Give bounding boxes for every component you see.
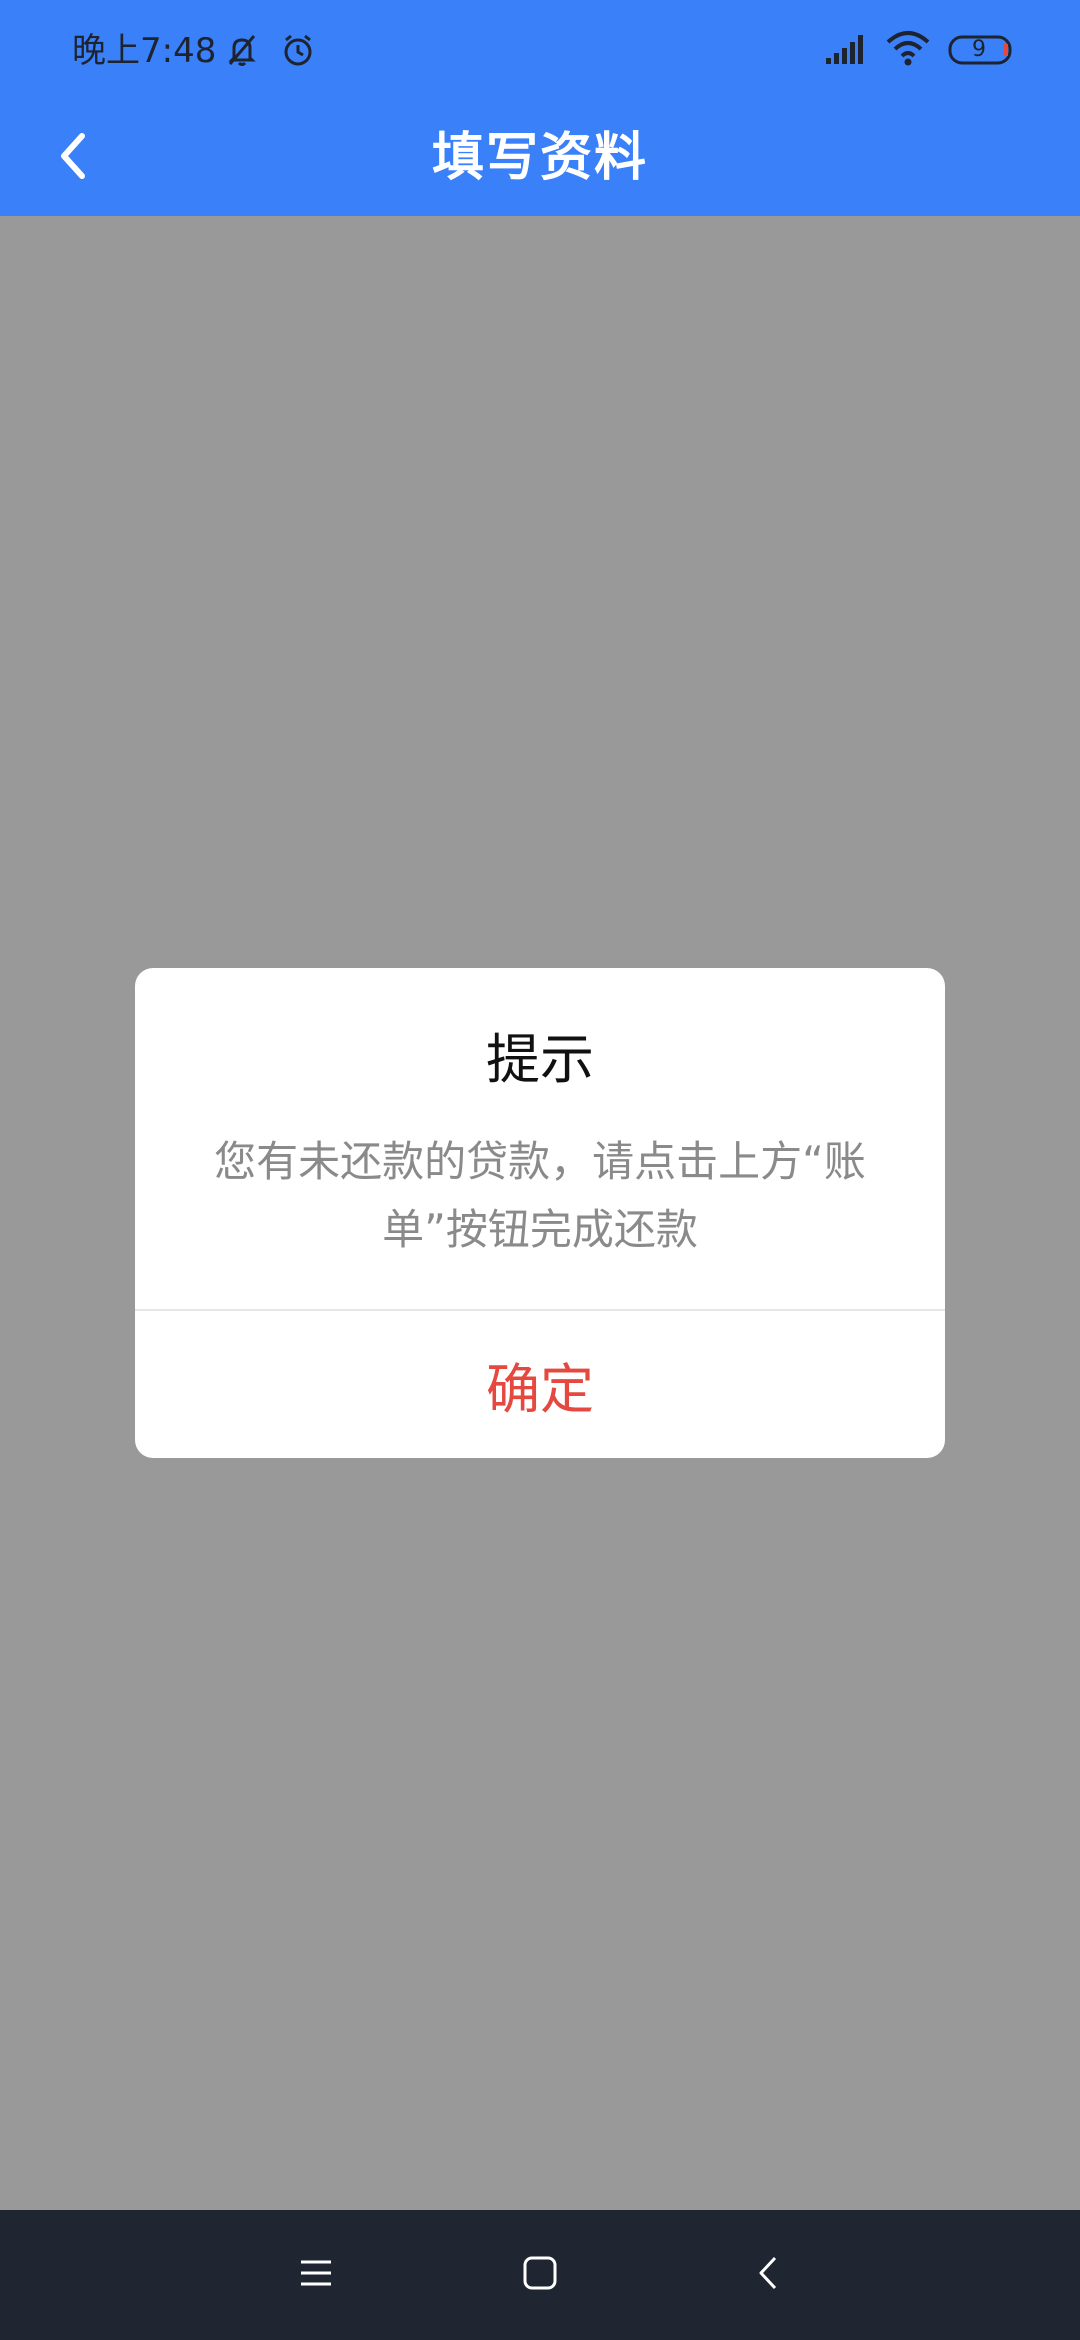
page-title: 填写资料	[431, 128, 648, 188]
home-icon	[522, 2255, 558, 2295]
alarm-clock-icon	[278, 30, 318, 74]
home-button[interactable]	[500, 2235, 580, 2315]
battery-level: 9	[972, 37, 986, 62]
status-icons-left	[222, 30, 318, 74]
dialog-title: 提示	[486, 1028, 594, 1091]
battery-icon: 9	[948, 34, 1016, 66]
confirm-button[interactable]: 确定	[135, 1311, 945, 1458]
app-bar: 填写资料	[0, 100, 1080, 216]
recent-apps-button[interactable]	[276, 2235, 356, 2315]
system-nav-bar	[0, 2210, 1080, 2340]
alert-dialog: 提示 您有未还款的贷款，请点击上方“账单”按钮完成还款 确定	[135, 968, 945, 1458]
menu-icon	[298, 2258, 334, 2292]
bell-off-icon	[222, 30, 262, 74]
nav-back-button[interactable]	[728, 2235, 808, 2315]
signal-icon	[824, 30, 868, 70]
dialog-message: 您有未还款的贷款，请点击上方“账单”按钮完成还款	[214, 1137, 866, 1254]
status-icons-right: 9	[824, 30, 1016, 70]
status-bar: 晚上7:48 9	[0, 0, 1080, 100]
back-icon	[753, 2255, 783, 2295]
status-time: 晚上7:48	[72, 31, 217, 71]
wifi-icon	[886, 30, 930, 70]
